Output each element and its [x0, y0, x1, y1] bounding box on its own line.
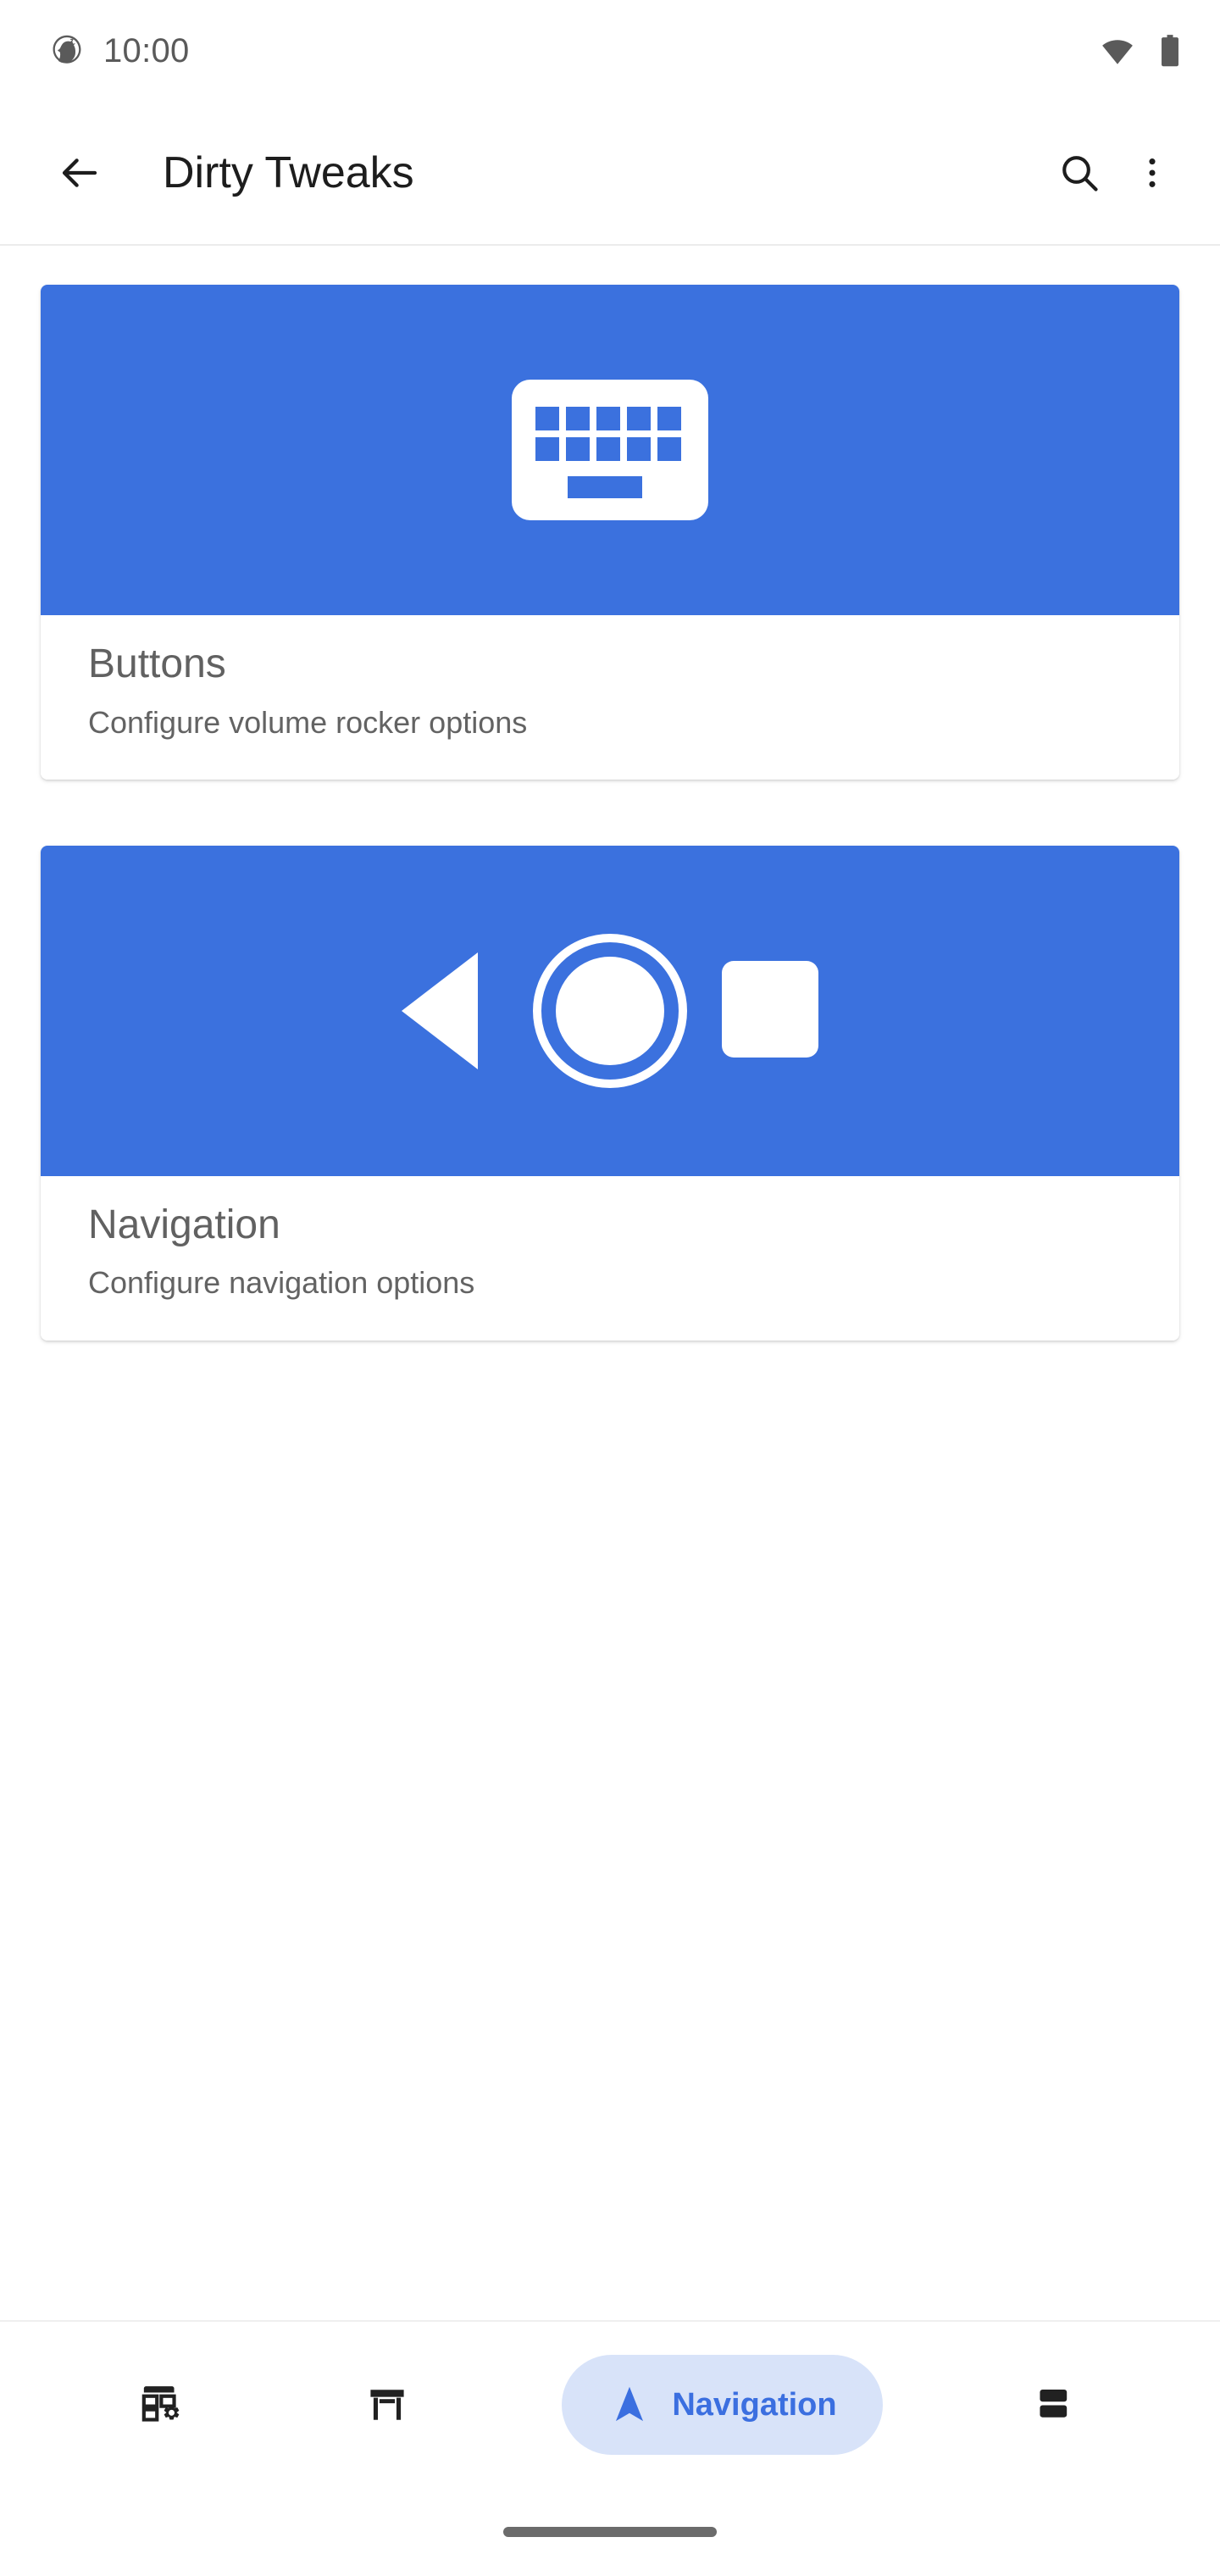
phone-screen: 10:00 Dirty Tweaks Buttons Configure vol… — [0, 0, 1220, 2576]
navigation-arrow-icon — [616, 2386, 644, 2422]
keyboard-icon — [512, 380, 708, 520]
content-area: Buttons Configure volume rocker options … — [0, 246, 1220, 2322]
status-bar-right — [1100, 33, 1181, 69]
bottom-nav-item-misc[interactable] — [1007, 2355, 1107, 2455]
back-button[interactable] — [41, 134, 119, 212]
split-rows-icon — [1039, 2390, 1067, 2418]
bottom-navigation-bar: Navigation — [0, 2322, 1220, 2576]
status-bar-clock: 10:00 — [103, 32, 190, 69]
status-bar: 10:00 — [0, 0, 1220, 102]
back-arrow-icon — [62, 158, 97, 187]
card-buttons[interactable]: Buttons Configure volume rocker options — [41, 285, 1179, 780]
search-icon — [1062, 156, 1098, 192]
card-buttons-title: Buttons — [88, 641, 226, 686]
unicorn-icon — [53, 35, 81, 64]
bottom-nav-items: Navigation — [0, 2322, 1220, 2488]
card-buttons-subtitle: Configure volume rocker options — [88, 704, 528, 740]
more-vert-icon — [1149, 158, 1156, 187]
bottom-nav-item-navigation[interactable]: Navigation — [562, 2355, 883, 2455]
gesture-navigation-area — [0, 2488, 1220, 2576]
bottom-nav-item-tweaks[interactable] — [113, 2355, 213, 2455]
overflow-menu-button[interactable] — [1118, 134, 1186, 212]
navigation-bar-icon — [402, 933, 818, 1088]
card-navigation-body: Navigation Configure navigation options — [41, 1175, 1179, 1341]
battery-full-icon — [1162, 35, 1178, 67]
status-bar-left: 10:00 — [49, 33, 190, 69]
app-bar: Dirty Tweaks — [0, 102, 1220, 246]
card-navigation-banner — [41, 845, 1179, 1176]
card-navigation-subtitle: Configure navigation options — [88, 1265, 475, 1301]
bottom-nav-item-navigation-label: Navigation — [672, 2387, 837, 2423]
home-gesture-bar[interactable] — [503, 2527, 717, 2537]
wifi-full-icon — [1102, 40, 1133, 64]
search-button[interactable] — [1040, 134, 1118, 212]
page-title: Dirty Tweaks — [163, 148, 414, 197]
card-buttons-body: Buttons Configure volume rocker options — [41, 615, 1179, 780]
status-bar-icon — [370, 2390, 405, 2420]
bottom-nav-item-statusbar[interactable] — [337, 2355, 437, 2455]
card-buttons-banner — [41, 285, 1179, 615]
card-navigation-title: Navigation — [88, 1202, 280, 1247]
dashboard-customize-icon — [142, 2386, 180, 2422]
card-navigation[interactable]: Navigation Configure navigation options — [41, 845, 1179, 1341]
